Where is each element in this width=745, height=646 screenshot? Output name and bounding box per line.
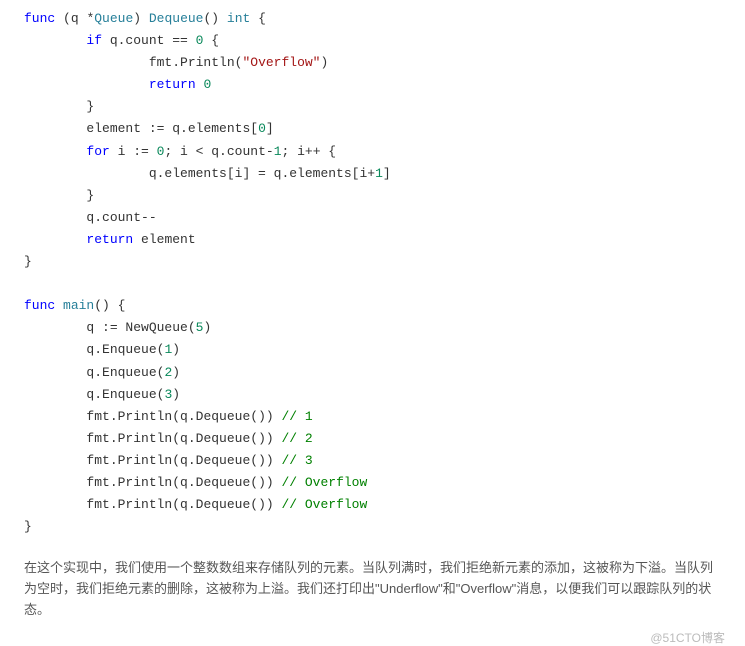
comment: // Overflow	[281, 497, 367, 512]
code-line: func (q *Queue) Dequeue() int {	[24, 8, 721, 30]
code-line: q.count--	[24, 207, 721, 229]
code-line: element := q.elements[0]	[24, 118, 721, 140]
code-line	[24, 273, 721, 295]
code-line: }	[24, 96, 721, 118]
method-name: Dequeue	[149, 11, 204, 26]
code-line: fmt.Println(q.Dequeue()) // Overflow	[24, 472, 721, 494]
code-line: }	[24, 185, 721, 207]
code-line: fmt.Println("Overflow")	[24, 52, 721, 74]
code-line: return element	[24, 229, 721, 251]
comment: // Overflow	[281, 475, 367, 490]
comment: // 1	[281, 409, 312, 424]
watermark-text: @51CTO博客	[0, 629, 745, 646]
code-line: q.Enqueue(2)	[24, 362, 721, 384]
code-line: fmt.Println(q.Dequeue()) // 2	[24, 428, 721, 450]
code-line: fmt.Println(q.Dequeue()) // 3	[24, 450, 721, 472]
code-line: fmt.Println(q.Dequeue()) // Overflow	[24, 494, 721, 516]
function-main: main	[63, 298, 94, 313]
code-line: fmt.Println(q.Dequeue()) // 1	[24, 406, 721, 428]
code-line: return 0	[24, 74, 721, 96]
keyword-func: func	[24, 11, 55, 26]
code-line: q := NewQueue(5)	[24, 317, 721, 339]
description-text: 在这个实现中，我们使用一个整数数组来存储队列的元素。当队列满时，我们拒绝新元素的…	[0, 546, 745, 628]
code-line: q.Enqueue(1)	[24, 339, 721, 361]
code-line: }	[24, 516, 721, 538]
code-line: if q.count == 0 {	[24, 30, 721, 52]
comment: // 2	[281, 431, 312, 446]
code-line: func main() {	[24, 295, 721, 317]
code-line: q.elements[i] = q.elements[i+1]	[24, 163, 721, 185]
comment: // 3	[281, 453, 312, 468]
code-line: }	[24, 251, 721, 273]
code-block: func (q *Queue) Dequeue() int { if q.cou…	[0, 0, 745, 546]
code-line: for i := 0; i < q.count-1; i++ {	[24, 141, 721, 163]
string-literal: "Overflow"	[242, 55, 320, 70]
code-line: q.Enqueue(3)	[24, 384, 721, 406]
